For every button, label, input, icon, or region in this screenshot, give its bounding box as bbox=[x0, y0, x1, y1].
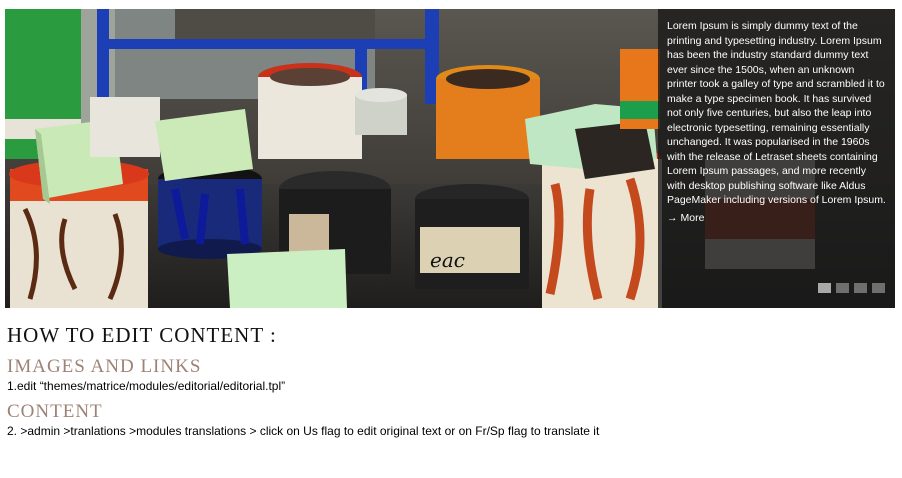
slide-caption-text: Lorem Ipsum is simply dummy text of the … bbox=[667, 20, 886, 206]
slide-caption-panel: Lorem Ipsum is simply dummy text of the … bbox=[658, 9, 895, 308]
can-label-text: eac bbox=[430, 248, 465, 272]
slide-2-button[interactable] bbox=[836, 283, 849, 293]
editorial-slider[interactable]: eac Lorem Ipsum is simply dummy text of … bbox=[5, 9, 895, 308]
arrow-right-icon: → bbox=[667, 211, 678, 224]
images-and-links-instructions: 1.edit “themes/matrice/modules/editorial… bbox=[7, 379, 286, 393]
slider-pager bbox=[818, 283, 885, 293]
images-and-links-heading: IMAGES AND LINKS bbox=[7, 356, 202, 377]
slide-1-button[interactable] bbox=[818, 283, 831, 293]
slide-4-button[interactable] bbox=[872, 283, 885, 293]
more-link-label: More bbox=[680, 211, 705, 224]
content-instructions: 2. >admin >tranlations >modules translat… bbox=[7, 424, 600, 438]
slide-3-button[interactable] bbox=[854, 283, 867, 293]
editorial-content: HOW TO EDIT CONTENT : IMAGES AND LINKS 1… bbox=[7, 322, 887, 438]
editorial-title: HOW TO EDIT CONTENT : bbox=[7, 323, 277, 347]
content-heading: CONTENT bbox=[7, 401, 103, 422]
more-link[interactable]: → More bbox=[667, 211, 704, 225]
